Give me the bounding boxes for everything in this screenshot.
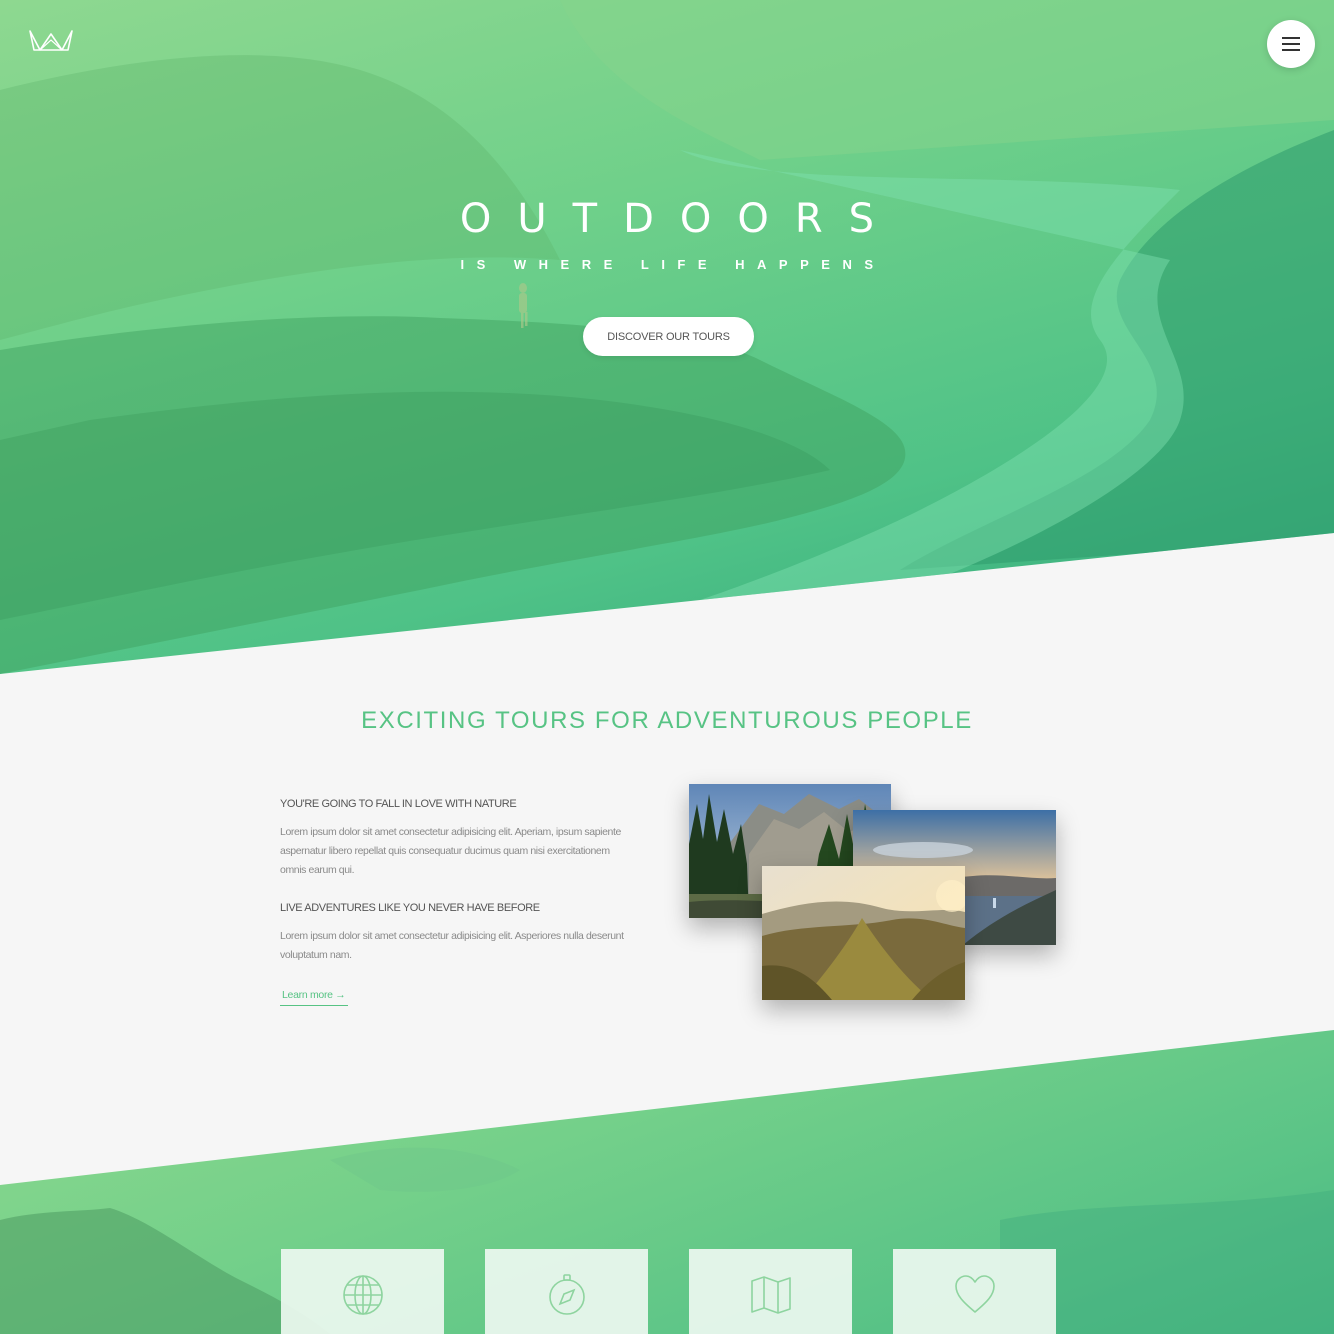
hero-section: OUTDOORS IS WHERE LIFE HAPPENS DISCOVER … [0, 0, 1334, 674]
hero-subtitle: IS WHERE LIFE HAPPENS [460, 257, 886, 272]
crown-logo-icon[interactable] [28, 28, 74, 54]
compass-icon [548, 1274, 585, 1315]
globe-icon [342, 1275, 383, 1315]
feature-title-adventures: LIVE ADVENTURES LIKE YOU NEVER HAVE BEFO… [280, 902, 540, 914]
hero-title: OUTDOORS [459, 196, 901, 242]
feature-card-heart[interactable] [893, 1249, 1056, 1334]
learn-more-link[interactable]: Learn more → [280, 989, 348, 1006]
feature-card-map[interactable] [689, 1249, 852, 1334]
features-section [0, 1030, 1334, 1334]
feature-text-adventures: Lorem ipsum dolor sit amet consectetur a… [280, 930, 624, 961]
feature-text-nature: Lorem ipsum dolor sit amet consectetur a… [280, 826, 621, 876]
tour-photo-ridge[interactable] [762, 866, 965, 1000]
feature-card-compass[interactable] [485, 1249, 648, 1334]
tours-text-column: YOU'RE GOING TO FALL IN LOVE WITH NATURE… [280, 798, 625, 1006]
section-heading: EXCITING TOURS FOR ADVENTUROUS PEOPLE [361, 707, 973, 734]
menu-button[interactable] [1267, 20, 1315, 68]
features-background-image [0, 1147, 1334, 1334]
discover-tours-button[interactable]: DISCOVER OUR TOURS [583, 317, 754, 356]
hamburger-menu-icon [1282, 37, 1300, 39]
feature-title-nature: YOU'RE GOING TO FALL IN LOVE WITH NATURE [280, 798, 517, 810]
heart-icon [954, 1275, 995, 1313]
feature-card-globe[interactable] [281, 1249, 444, 1334]
map-icon [750, 1276, 791, 1314]
